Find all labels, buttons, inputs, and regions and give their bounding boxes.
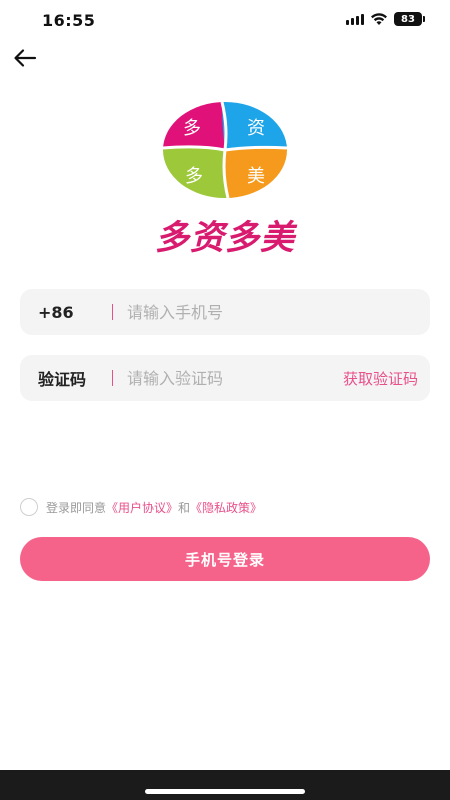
agreement-and: 和 [178,500,191,515]
code-input[interactable] [113,368,343,388]
phone-field: +86 [20,289,430,335]
app-logo-text: 多资多美 [155,218,295,258]
home-indicator[interactable] [145,789,305,794]
code-field: 验证码 获取验证码 [20,355,430,401]
battery-icon: 83 [394,12,425,26]
arrow-left-icon [14,49,37,67]
status-bar: 16:55 83 [0,0,450,40]
logo-char-2: 资 [247,118,265,139]
agreement-row: 登录即同意 《用户协议》 和 《隐私政策》 [20,498,262,516]
signal-icon [346,13,364,25]
app-logo: 多 资 多 美 [160,100,290,200]
logo-char-4: 美 [247,166,265,187]
phone-login-button[interactable]: 手机号登录 [20,537,430,581]
system-nav-bar [0,770,450,800]
phone-input[interactable] [113,302,430,322]
agreement-prefix: 登录即同意 [46,500,107,515]
logo-char-3: 多 [185,166,203,187]
wifi-icon [371,13,387,25]
get-code-button[interactable]: 获取验证码 [343,368,430,389]
code-label: 验证码 [38,370,87,389]
logo-char-1: 多 [183,118,201,139]
privacy-policy-link[interactable]: 《隐私政策》 [190,499,262,516]
status-time: 16:55 [42,11,96,30]
back-button[interactable] [10,44,40,72]
user-agreement-link[interactable]: 《用户协议》 [106,499,178,516]
agreement-checkbox[interactable] [20,498,38,516]
country-code[interactable]: +86 [20,303,112,322]
battery-level: 83 [401,13,415,25]
status-icons: 83 [346,12,425,26]
